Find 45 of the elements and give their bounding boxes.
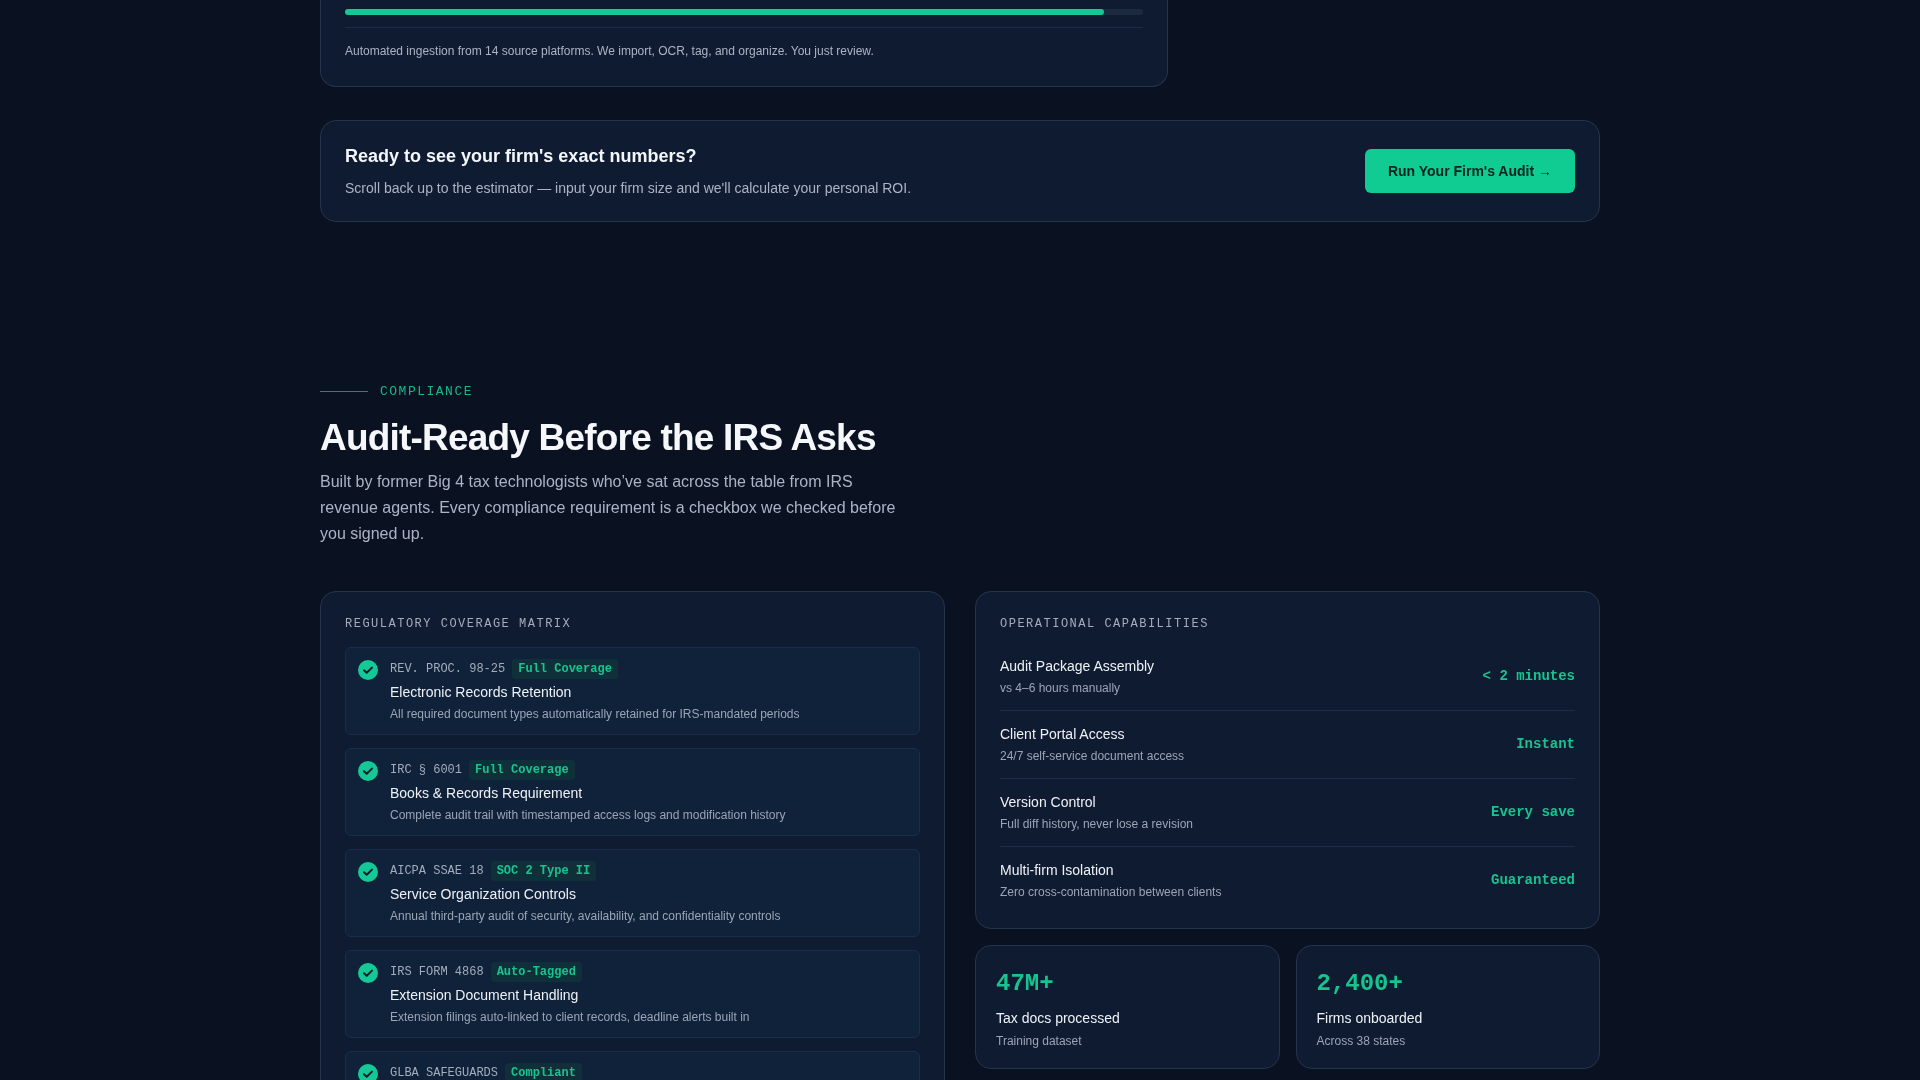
capability-value: Instant — [1516, 735, 1575, 754]
coverage-title: Extension Document Handling — [390, 986, 580, 1005]
capability-detail: Zero cross-contamination between clients — [1000, 884, 1222, 901]
coverage-badge: Full Coverage — [512, 659, 618, 679]
coverage-title: Electronic Records Retention — [390, 683, 573, 702]
regulation-code: AICPA SSAE 18 — [390, 863, 484, 880]
capability-detail: vs 4–6 hours manually — [1000, 680, 1122, 697]
coverage-description: Complete audit trail with timestamped access logs and modification history — [390, 807, 786, 824]
stat-subtext: Across 38 states — [1316, 1033, 1407, 1050]
regulation-code: IRC § 6001 — [390, 762, 462, 779]
cta-text: Scroll back up to the estimator — input your firm size and we'll calculate your personal ROI. — [345, 179, 912, 198]
stat-value: 2,400+ — [1316, 969, 1404, 999]
ingestion-note: Automated ingestion from 14 source platforms. We import, OCR, tag, and organize. You just review. — [345, 43, 875, 60]
coverage-description: Annual third-party audit of security, availability, and confidentiality controls — [390, 908, 781, 925]
capability-detail: Full diff history, never lose a revision — [1000, 816, 1193, 833]
section-eyebrow: COMPLIANCE — [380, 383, 473, 401]
stat-label: Tax docs processed — [996, 1009, 1121, 1028]
section-intro: Built by former Big 4 tax technologists who’ve sat across the table from IRS revenue agents. Every compliance requirement is a checkbox we checked before you signed up. — [320, 472, 897, 544]
coverage-title: Books & Records Requirement — [390, 784, 584, 803]
coverage-description: Extension filings auto-linked to client records, deadline alerts built in — [390, 1009, 750, 1026]
capability-name: Audit Package Assembly — [1000, 657, 1155, 676]
regulation-code: IRS FORM 4868 — [390, 964, 484, 981]
coverage-badge: Compliant — [505, 1063, 582, 1080]
stat-subtext: Training dataset — [996, 1033, 1083, 1050]
cta-title: Ready to see your firm's exact numbers? — [345, 145, 698, 168]
coverage-badge: SOC 2 Type II — [490, 861, 597, 881]
capabilities-title: OPERATIONAL CAPABILITIES — [1000, 616, 1210, 633]
coverage-badge: Auto-Tagged — [490, 962, 582, 982]
section-title: Audit-Ready Before the IRS Asks — [320, 415, 877, 460]
capability-name: Multi-firm Isolation — [1000, 861, 1115, 880]
regulation-code: GLBA SAFEGUARDS — [390, 1065, 499, 1080]
regulation-code: REV. PROC. 98-25 — [390, 661, 506, 678]
coverage-title: Service Organization Controls — [390, 885, 577, 904]
capability-value: < 2 minutes — [1482, 667, 1575, 686]
capability-name: Client Portal Access — [1000, 725, 1126, 744]
capability-detail: 24/7 self-service document access — [1000, 748, 1185, 765]
coverage-description: All required document types automatically retained for IRS-mandated periods — [390, 706, 800, 723]
capability-name: Version Control — [1000, 793, 1097, 812]
run-audit-button[interactable]: Run Your Firm's Audit → — [1364, 149, 1575, 193]
matrix-title: REGULATORY COVERAGE MATRIX — [345, 616, 573, 633]
coverage-badge: Full Coverage — [469, 760, 575, 780]
capability-value: Guaranteed — [1491, 871, 1575, 890]
capability-value: Every save — [1491, 803, 1575, 822]
stat-value: 47M+ — [996, 969, 1055, 999]
stat-label: Firms onboarded — [1316, 1009, 1424, 1028]
